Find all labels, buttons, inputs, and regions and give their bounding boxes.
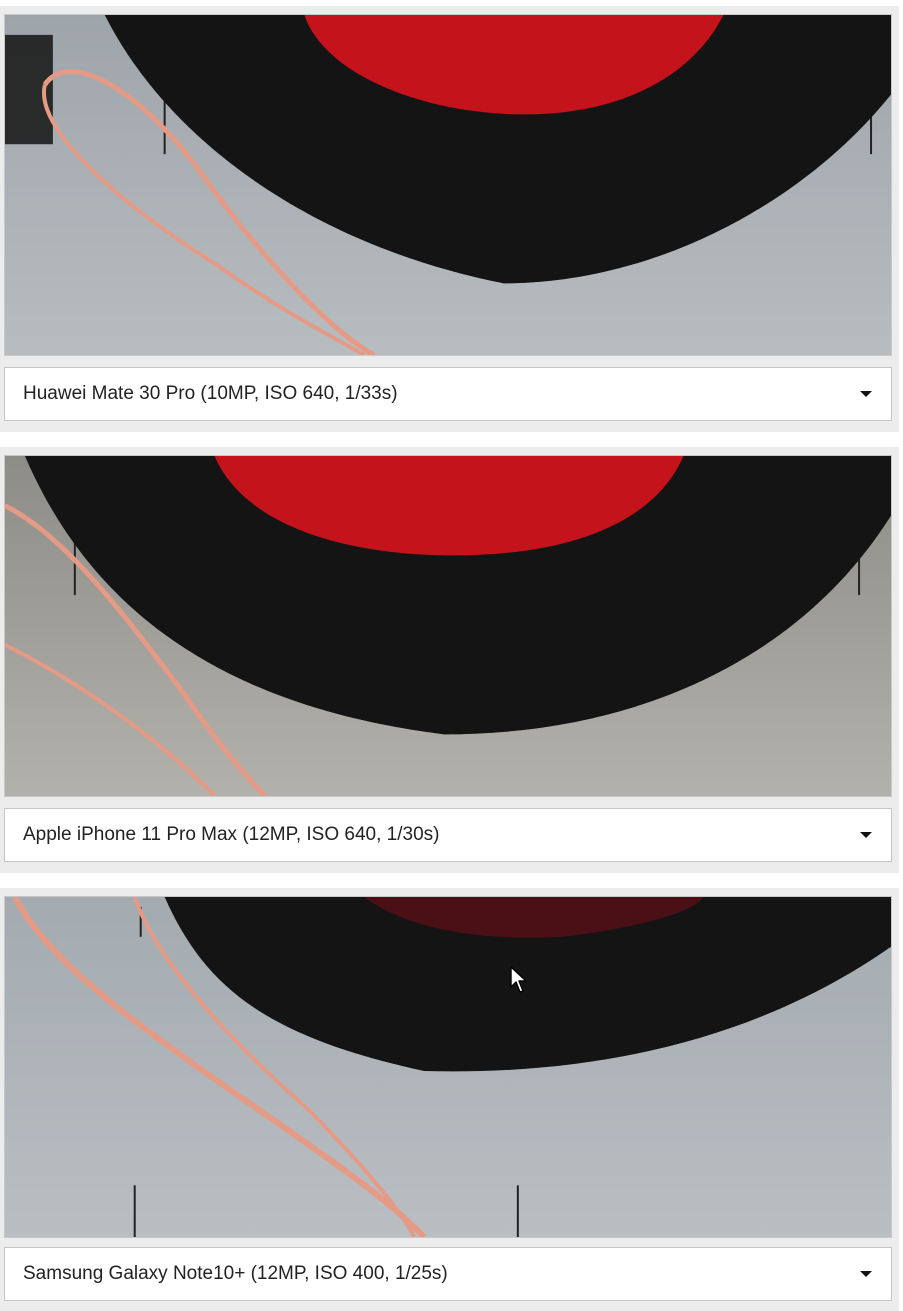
chevron-down-icon[interactable]	[860, 832, 872, 838]
lace-crop-image	[5, 456, 891, 796]
camera-select-3[interactable]: Samsung Galaxy Note10+ (12MP, ISO 400, 1…	[4, 1247, 892, 1301]
comparison-panel-2: Apple iPhone 11 Pro Max (12MP, ISO 640, …	[0, 447, 899, 873]
camera-select-value: Apple iPhone 11 Pro Max (12MP, ISO 640, …	[23, 824, 440, 845]
camera-select-2[interactable]: Apple iPhone 11 Pro Max (12MP, ISO 640, …	[4, 808, 892, 862]
comparison-panel-1: Huawei Mate 30 Pro (10MP, ISO 640, 1/33s…	[0, 6, 899, 432]
lace-crop-image	[5, 15, 891, 355]
camera-select-value: Samsung Galaxy Note10+ (12MP, ISO 400, 1…	[23, 1263, 448, 1284]
camera-select-value: Huawei Mate 30 Pro (10MP, ISO 640, 1/33s…	[23, 383, 398, 404]
camera-select-1[interactable]: Huawei Mate 30 Pro (10MP, ISO 640, 1/33s…	[4, 367, 892, 421]
crop-image-iphone	[4, 455, 892, 797]
lace-crop-image	[5, 897, 891, 1237]
crop-image-huawei	[4, 14, 892, 356]
crop-image-samsung	[4, 896, 892, 1238]
comparison-panel-3: Samsung Galaxy Note10+ (12MP, ISO 400, 1…	[0, 888, 899, 1311]
mouse-pointer-icon	[510, 966, 527, 993]
chevron-down-icon[interactable]	[860, 391, 872, 397]
chevron-down-icon[interactable]	[860, 1271, 872, 1277]
